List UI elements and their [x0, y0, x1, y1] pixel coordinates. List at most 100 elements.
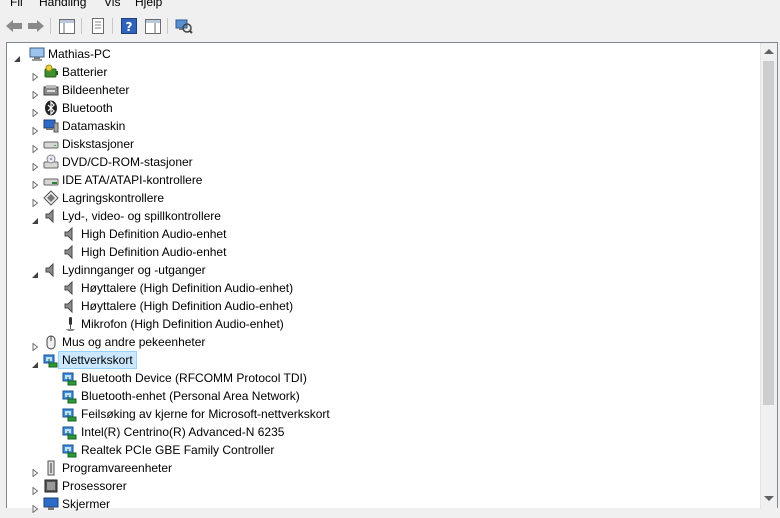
expand-arrow-icon[interactable]	[31, 140, 39, 154]
menu-help[interactable]: Hjelp	[135, 0, 162, 9]
computer-root-icon	[29, 46, 45, 62]
tree-device[interactable]: Feilsøking av kjerne for Microsoft-nettv…	[62, 405, 747, 423]
back-icon[interactable]	[4, 16, 24, 36]
console-tree-icon[interactable]	[57, 16, 77, 36]
expand-arrow-icon[interactable]	[31, 122, 39, 136]
expand-arrow-icon[interactable]	[31, 194, 39, 208]
tree-item-label: Bluetooth-enhet (Personal Area Network)	[81, 389, 300, 403]
scroll-down-arrow-icon[interactable]	[764, 496, 774, 501]
tree-item-label: Høyttalere (High Definition Audio-enhet)	[81, 281, 294, 295]
toolbar: ?	[0, 12, 780, 40]
collapse-arrow-icon[interactable]	[31, 212, 39, 224]
ide-controller-icon	[43, 172, 59, 188]
tree-device[interactable]: Mikrofon (High Definition Audio-enhet)	[62, 315, 747, 333]
tree-item-label: Bluetooth Device (RFCOMM Protocol TDI)	[81, 371, 307, 385]
tree-root[interactable]: Mathias-PC	[13, 45, 747, 63]
collapse-arrow-icon[interactable]	[31, 356, 39, 368]
tree-category[interactable]: Skjermer	[31, 495, 747, 514]
scroll-up-arrow-icon[interactable]	[764, 49, 774, 54]
microphone-icon	[62, 316, 78, 332]
toolbar-separator	[167, 18, 168, 34]
menu-action[interactable]: Handling	[39, 0, 86, 9]
expand-arrow-icon[interactable]	[31, 464, 39, 478]
speaker-icon	[62, 280, 78, 296]
tree-device[interactable]: Høyttalere (High Definition Audio-enhet)	[62, 279, 747, 297]
tree-device[interactable]: High Definition Audio-enhet	[62, 243, 747, 261]
menu-file[interactable]: Fil	[10, 0, 23, 9]
scan-hardware-icon[interactable]	[174, 16, 194, 36]
tree-category[interactable]: Datamaskin	[31, 117, 747, 136]
tree-device[interactable]: High Definition Audio-enhet	[62, 225, 747, 243]
tree-item-label: Mathias-PC	[48, 47, 111, 61]
network-adapter-icon	[62, 406, 78, 422]
forward-icon[interactable]	[26, 16, 46, 36]
expand-arrow-icon[interactable]	[31, 158, 39, 172]
disk-drive-icon	[43, 136, 59, 152]
expand-arrow-icon[interactable]	[31, 68, 39, 82]
toolbar-separator	[81, 18, 82, 34]
tree-category[interactable]: Lagringskontrollere	[31, 189, 747, 208]
selected-item-label: Nettverkskort	[58, 351, 137, 369]
toolbar-separator	[112, 18, 113, 34]
mouse-icon	[43, 334, 59, 350]
tree-item-label: High Definition Audio-enhet	[81, 227, 227, 241]
tree-device[interactable]: Bluetooth Device (RFCOMM Protocol TDI)	[62, 369, 747, 387]
menu-view[interactable]: Vis	[104, 0, 120, 9]
tree-item-label: Skjermer	[62, 497, 111, 511]
network-adapter-icon	[62, 370, 78, 386]
expand-arrow-icon[interactable]	[31, 176, 39, 190]
menu-bar: Fil Handling Vis Hjelp	[0, 0, 780, 9]
tree-category[interactable]: Diskstasjoner	[31, 135, 747, 154]
network-adapter-icon	[62, 388, 78, 404]
tree-item-label: Lagringskontrollere	[62, 191, 165, 205]
storage-controller-icon	[43, 190, 59, 206]
tree-category[interactable]: Prosessorer	[31, 477, 747, 496]
tree-category[interactable]: Batterier	[31, 63, 747, 82]
expand-arrow-icon[interactable]	[31, 86, 39, 100]
vertical-scrollbar[interactable]	[760, 43, 777, 509]
toolbar-separator	[50, 18, 51, 34]
tree-item-label: DVD/CD-ROM-stasjoner	[62, 155, 193, 169]
help-icon[interactable]: ?	[119, 16, 139, 36]
device-tree[interactable]: Mathias-PC Batterier Bildeenheter Bluetooth…	[6, 42, 778, 514]
tree-item-label: IDE ATA/ATAPI-kontrollere	[62, 173, 203, 187]
speaker-icon	[62, 244, 78, 260]
tree-category[interactable]: Mus og andre pekeenheter	[31, 333, 747, 352]
tree-category[interactable]: Lydinnganger og -utganger	[31, 261, 747, 279]
tree-device[interactable]: Intel(R) Centrino(R) Advanced-N 6235	[62, 423, 747, 441]
tree-category[interactable]: Bildeenheter	[31, 81, 747, 100]
expand-arrow-icon[interactable]	[31, 338, 39, 352]
monitor-icon	[43, 496, 59, 512]
battery-icon	[43, 64, 59, 80]
tree-category[interactable]: Bluetooth	[31, 99, 747, 118]
tree-category[interactable]: Programvareenheter	[31, 459, 747, 478]
svg-text:?: ?	[126, 20, 133, 34]
imaging-device-icon	[43, 82, 59, 98]
tree-item-label: Realtek PCIe GBE Family Controller	[81, 443, 275, 457]
tree-item-label: Mus og andre pekeenheter	[62, 335, 206, 349]
dvd-drive-icon	[43, 154, 59, 170]
tree-category[interactable]: Lyd-, video- og spillkontrollere	[31, 207, 747, 225]
tree-category[interactable]: IDE ATA/ATAPI-kontrollere	[31, 171, 747, 190]
tree-item-label: Feilsøking av kjerne for Microsoft-nettv…	[81, 407, 330, 421]
tree-device[interactable]: Bluetooth-enhet (Personal Area Network)	[62, 387, 747, 405]
tree-category[interactable]: DVD/CD-ROM-stasjoner	[31, 153, 747, 172]
tree-category[interactable]: Nettverkskort	[31, 351, 747, 369]
action-pane-icon[interactable]	[143, 16, 163, 36]
bluetooth-icon	[43, 100, 59, 116]
tree-item-label: Bildeenheter	[62, 83, 130, 97]
speaker-icon	[43, 208, 59, 224]
tree-device[interactable]: Høyttalere (High Definition Audio-enhet)	[62, 297, 747, 315]
scrollbar-thumb[interactable]	[763, 61, 774, 405]
speaker-icon	[43, 262, 59, 278]
tree-device[interactable]: Realtek PCIe GBE Family Controller	[62, 441, 747, 459]
expand-arrow-icon[interactable]	[31, 500, 39, 514]
collapse-arrow-icon[interactable]	[31, 266, 39, 278]
expand-arrow-icon[interactable]	[31, 482, 39, 496]
expand-arrow-icon[interactable]	[31, 104, 39, 118]
processor-icon	[43, 478, 59, 494]
tree-item-label: Bluetooth	[62, 101, 113, 115]
collapse-arrow-icon[interactable]	[13, 50, 21, 62]
tree-item-label: Datamaskin	[62, 119, 126, 133]
properties-icon[interactable]	[88, 16, 108, 36]
